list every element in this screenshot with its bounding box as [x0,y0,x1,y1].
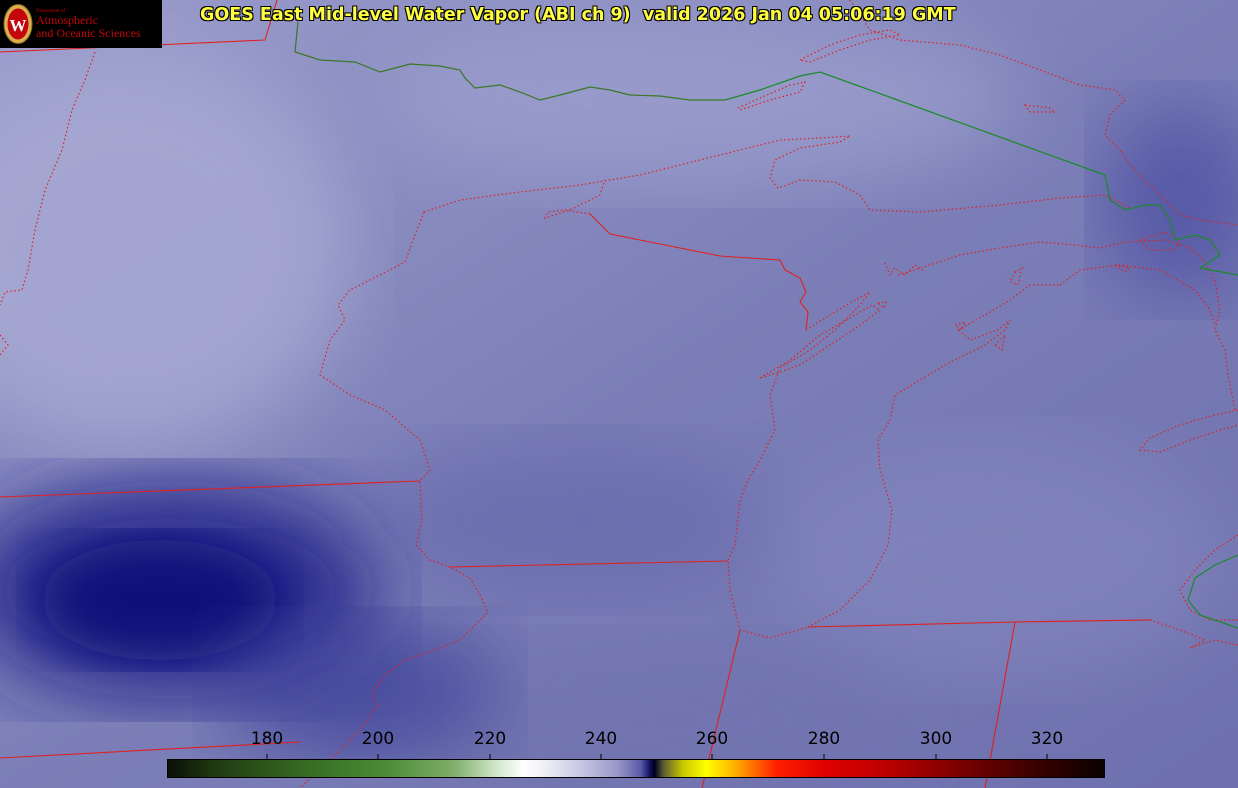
colorbar-tick-label: 240 [584,729,618,749]
logo-line-2: and Oceanic Sciences [36,25,141,40]
image-title: GOES East Mid-level Water Vapor (ABI ch … [200,5,956,25]
logo-line-1: Atmospheric [36,13,98,28]
uw-aos-logo: W Department of Atmospheric and Oceanic … [0,0,162,48]
colorbar-tick-label: 180 [250,729,284,749]
colorbar-tick-label: 300 [919,729,953,749]
colorbar-tick-label: 280 [807,729,841,749]
satellite-map [0,0,1238,788]
svg-text:W: W [10,16,27,35]
colorbar-tick-label: 200 [361,729,395,749]
colorbar-tick-label: 260 [695,729,729,749]
uw-seal-icon: W [3,4,33,44]
temperature-colorbar [167,759,1105,778]
water-vapor-imagery [0,0,1238,788]
colorbar-tick-label: 220 [473,729,507,749]
colorbar-tick-label: 320 [1030,729,1064,749]
